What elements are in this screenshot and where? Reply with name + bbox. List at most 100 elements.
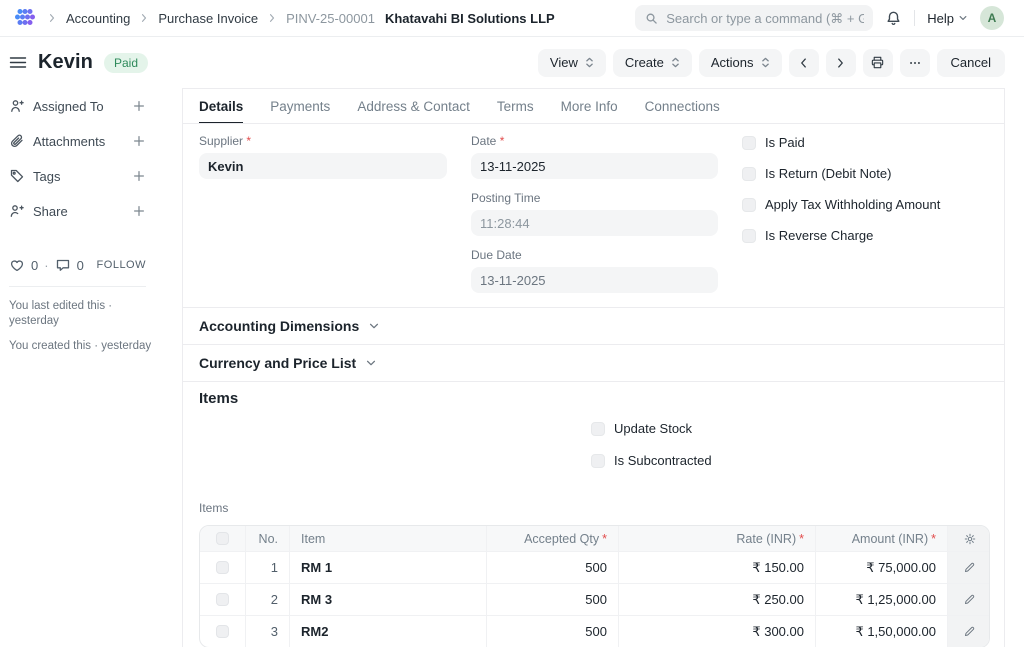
is-subcontracted-checkbox[interactable]: Is Subcontracted	[591, 453, 988, 468]
item-cell[interactable]: RM 3	[289, 584, 486, 615]
row-checkbox[interactable]	[216, 593, 229, 606]
frappe-logo-icon[interactable]	[12, 7, 38, 29]
grid-settings-gear-icon[interactable]	[963, 532, 977, 546]
date-label: Date *	[471, 134, 718, 148]
form-tabs: Details Payments Address & Contact Terms…	[183, 89, 1004, 124]
required-asterisk: *	[500, 134, 505, 148]
global-search[interactable]	[635, 5, 873, 31]
date-field[interactable]	[471, 153, 718, 179]
items-grid-row: 2 RM 3 500 ₹ 250.00 ₹ 1,25,000.00	[200, 583, 989, 615]
add-attachment-button[interactable]	[132, 134, 146, 148]
create-button[interactable]: Create	[613, 49, 692, 77]
chevron-down-icon	[958, 13, 968, 23]
tab-details[interactable]: Details	[199, 89, 243, 123]
required-asterisk: *	[602, 532, 607, 546]
accounting-dimensions-section-toggle[interactable]: Accounting Dimensions	[183, 307, 1004, 344]
is-reverse-charge-checkbox[interactable]: Is Reverse Charge	[742, 228, 989, 243]
breadcrumb-invoice-id[interactable]: PINV-25-00001	[286, 11, 375, 26]
last-edited-text: You last edited this · yesterday	[9, 299, 159, 329]
breadcrumb-accounting[interactable]: Accounting	[66, 11, 130, 26]
row-checkbox[interactable]	[216, 561, 229, 574]
edit-row-pencil-icon[interactable]	[963, 625, 976, 638]
qty-cell[interactable]: 500	[486, 552, 618, 583]
next-document-button[interactable]	[826, 49, 856, 77]
items-grid-row: 3 RM2 500 ₹ 300.00 ₹ 1,50,000.00	[200, 615, 989, 647]
currency-price-list-section-toggle[interactable]: Currency and Price List	[183, 344, 1004, 381]
checkbox-box[interactable]	[742, 198, 756, 212]
row-checkbox[interactable]	[216, 625, 229, 638]
add-assignment-button[interactable]	[132, 99, 146, 113]
rate-cell[interactable]: ₹ 150.00	[618, 552, 815, 583]
assigned-to-label: Assigned To	[33, 99, 132, 114]
is-paid-checkbox[interactable]: Is Paid	[742, 135, 989, 150]
breadcrumb-purchase-invoice[interactable]: Purchase Invoice	[158, 11, 258, 26]
rate-cell[interactable]: ₹ 250.00	[618, 584, 815, 615]
created-text: You created this · yesterday	[9, 339, 159, 354]
chevron-down-icon	[368, 320, 380, 332]
comment-icon[interactable]	[55, 257, 71, 273]
share-icon	[9, 203, 25, 219]
edit-row-pencil-icon[interactable]	[963, 561, 976, 574]
posting-time-field[interactable]	[471, 210, 718, 236]
checkbox-box[interactable]	[742, 167, 756, 181]
checkbox-box[interactable]	[591, 422, 605, 436]
amount-cell[interactable]: ₹ 75,000.00	[815, 552, 947, 583]
print-button[interactable]	[863, 49, 893, 77]
follow-button[interactable]: FOLLOW	[97, 259, 146, 271]
divider	[914, 10, 915, 26]
column-header-item: Item	[289, 526, 486, 551]
edit-row-pencil-icon[interactable]	[963, 593, 976, 606]
rate-cell[interactable]: ₹ 300.00	[618, 616, 815, 647]
supplier-label: Supplier *	[199, 134, 447, 148]
column-header-rate: Rate (INR)*	[618, 526, 815, 551]
item-cell[interactable]: RM2	[289, 616, 486, 647]
checkbox-box[interactable]	[742, 229, 756, 243]
tab-terms[interactable]: Terms	[497, 89, 534, 123]
add-share-button[interactable]	[132, 204, 146, 218]
tab-more-info[interactable]: More Info	[561, 89, 618, 123]
like-heart-icon[interactable]	[9, 257, 25, 273]
view-button[interactable]: View	[538, 49, 606, 77]
help-menu[interactable]: Help	[927, 11, 968, 26]
user-avatar[interactable]: A	[980, 6, 1004, 30]
add-tag-button[interactable]	[132, 169, 146, 183]
paperclip-icon	[9, 133, 25, 149]
due-date-field[interactable]	[471, 267, 718, 293]
checkbox-box[interactable]	[742, 136, 756, 150]
column-header-no: No.	[245, 526, 289, 551]
chevron-right-icon	[834, 56, 847, 70]
amount-cell[interactable]: ₹ 1,25,000.00	[815, 584, 947, 615]
menu-ellipsis-button[interactable]	[900, 49, 930, 77]
search-input[interactable]	[666, 11, 864, 26]
comment-count[interactable]: 0	[77, 258, 84, 273]
sidebar-toggle-icon[interactable]	[9, 55, 27, 70]
row-index: 1	[245, 552, 289, 583]
like-count[interactable]: 0	[31, 258, 38, 273]
is-return-checkbox[interactable]: Is Return (Debit Note)	[742, 166, 989, 181]
supplier-field[interactable]	[199, 153, 447, 179]
notification-bell-icon[interactable]	[885, 10, 902, 27]
navbar: Accounting Purchase Invoice PINV-25-0000…	[0, 0, 1024, 37]
item-cell[interactable]: RM 1	[289, 552, 486, 583]
required-asterisk: *	[246, 134, 251, 148]
tab-address-contact[interactable]: Address & Contact	[357, 89, 470, 123]
previous-document-button[interactable]	[789, 49, 819, 77]
tab-payments[interactable]: Payments	[270, 89, 330, 123]
share-label: Share	[33, 204, 132, 219]
qty-cell[interactable]: 500	[486, 616, 618, 647]
qty-cell[interactable]: 500	[486, 584, 618, 615]
checkbox-box[interactable]	[591, 454, 605, 468]
apply-tax-withholding-checkbox[interactable]: Apply Tax Withholding Amount	[742, 197, 989, 212]
tag-icon	[9, 168, 25, 184]
amount-cell[interactable]: ₹ 1,50,000.00	[815, 616, 947, 647]
ellipsis-icon	[908, 56, 922, 70]
cancel-button[interactable]: Cancel	[937, 49, 1005, 77]
page-head: Kevin Paid View Create Actions	[0, 37, 1024, 88]
actions-button[interactable]: Actions	[699, 49, 782, 77]
form-sidebar: Assigned To Attachments Tags Share	[0, 88, 182, 647]
select-all-checkbox[interactable]	[216, 532, 229, 545]
accounting-dimensions-title: Accounting Dimensions	[199, 318, 359, 334]
update-stock-checkbox[interactable]: Update Stock	[591, 421, 988, 436]
items-grid-header: No. Item Accepted Qty* Rate (INR)* Amoun…	[200, 526, 989, 551]
tab-connections[interactable]: Connections	[645, 89, 720, 123]
